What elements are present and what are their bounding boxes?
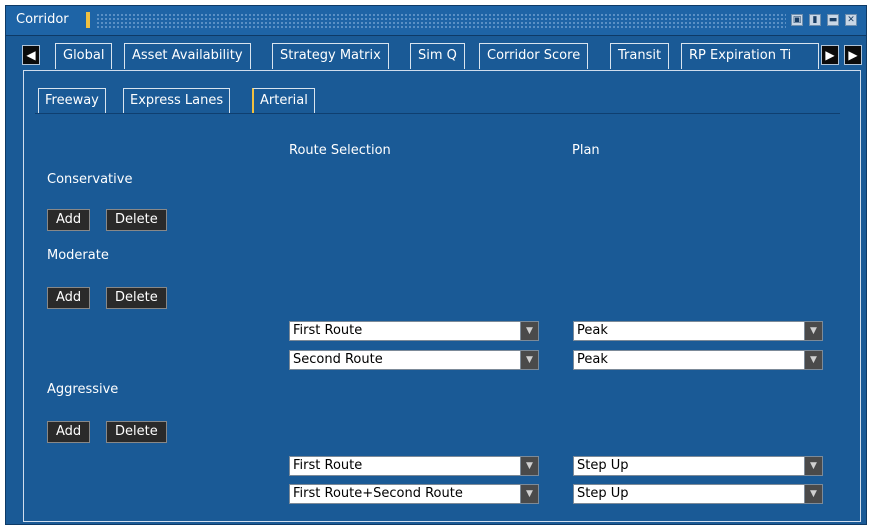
circle-arrow-right-icon: ▶ (825, 48, 835, 62)
tab-freeway[interactable]: Freeway (38, 88, 106, 114)
route-selection-header: Route Selection (289, 143, 391, 158)
chevron-down-icon[interactable]: ▼ (520, 322, 538, 340)
plan-header: Plan (572, 143, 600, 158)
chevron-down-icon[interactable]: ▼ (804, 322, 822, 340)
moderate-add-button[interactable]: Add (47, 287, 91, 309)
plan-select-value: Step Up (577, 458, 629, 473)
chevron-down-icon[interactable]: ▼ (804, 457, 822, 475)
route-select-value: First Route (293, 323, 363, 338)
route-select-value: First Route+Second Route (293, 486, 463, 501)
route-select[interactable]: First Route ▼ (289, 456, 539, 476)
scroll-right-button[interactable]: ▶ (844, 45, 862, 65)
minimize-icon[interactable]: ▬ (827, 14, 839, 26)
chevron-down-icon[interactable]: ▼ (520, 351, 538, 369)
overflow-button[interactable]: ▶ (821, 45, 839, 65)
moderate-delete-button[interactable]: Delete (106, 287, 167, 309)
title-bar[interactable]: Corridor ▣ ▮ ▬ ✕ (6, 6, 866, 36)
tab-strategy-matrix[interactable]: Strategy Matrix (272, 43, 389, 69)
pin-icon[interactable]: ▮ (809, 14, 821, 26)
chevron-down-icon[interactable]: ▼ (520, 485, 538, 503)
tab-express-lanes[interactable]: Express Lanes (123, 88, 231, 114)
route-select[interactable]: First Route ▼ (289, 321, 539, 341)
aggressive-add-button[interactable]: Add (47, 421, 91, 443)
chevron-down-icon[interactable]: ▼ (520, 457, 538, 475)
section-label-moderate: Moderate (47, 248, 109, 263)
section-label-conservative: Conservative (47, 172, 133, 187)
tab-corridor-score[interactable]: Corridor Score (479, 43, 589, 69)
tab-transit[interactable]: Transit (610, 43, 670, 69)
tab-asset-availability[interactable]: Asset Availability (124, 43, 251, 69)
circle-arrow-left-icon: ◀ (26, 48, 36, 62)
outer-tab-strip: ◀ Global Asset Availability Strategy Mat… (6, 37, 866, 71)
restore-icon[interactable]: ▣ (791, 14, 803, 26)
section-label-aggressive: Aggressive (47, 382, 119, 397)
drag-grip[interactable] (96, 13, 786, 29)
chevron-down-icon[interactable]: ▼ (804, 485, 822, 503)
close-icon[interactable]: ✕ (845, 14, 857, 26)
conservative-delete-button[interactable]: Delete (106, 209, 167, 231)
plan-select-value: Peak (577, 352, 608, 367)
window-title: Corridor (16, 12, 69, 27)
plan-select[interactable]: Step Up ▼ (573, 456, 823, 476)
circle-arrow-right-icon: ▶ (848, 48, 858, 62)
route-select-value: Second Route (293, 352, 383, 367)
plan-select[interactable]: Step Up ▼ (573, 484, 823, 504)
plan-select[interactable]: Peak ▼ (573, 321, 823, 341)
title-caret (86, 12, 90, 28)
route-select[interactable]: Second Route ▼ (289, 350, 539, 370)
tab-sim-q[interactable]: Sim Q (410, 43, 465, 69)
plan-select[interactable]: Peak ▼ (573, 350, 823, 370)
plan-select-value: Step Up (577, 486, 629, 501)
tab-global[interactable]: Global (55, 43, 113, 69)
route-select[interactable]: First Route+Second Route ▼ (289, 484, 539, 504)
aggressive-delete-button[interactable]: Delete (106, 421, 167, 443)
tab-arterial[interactable]: Arterial (252, 88, 315, 114)
route-select-value: First Route (293, 458, 363, 473)
conservative-add-button[interactable]: Add (47, 209, 91, 231)
chevron-down-icon[interactable]: ▼ (804, 351, 822, 369)
tab-rp-expiration[interactable]: RP Expiration Ti (681, 43, 819, 69)
scroll-left-button[interactable]: ◀ (22, 45, 40, 65)
plan-select-value: Peak (577, 323, 608, 338)
